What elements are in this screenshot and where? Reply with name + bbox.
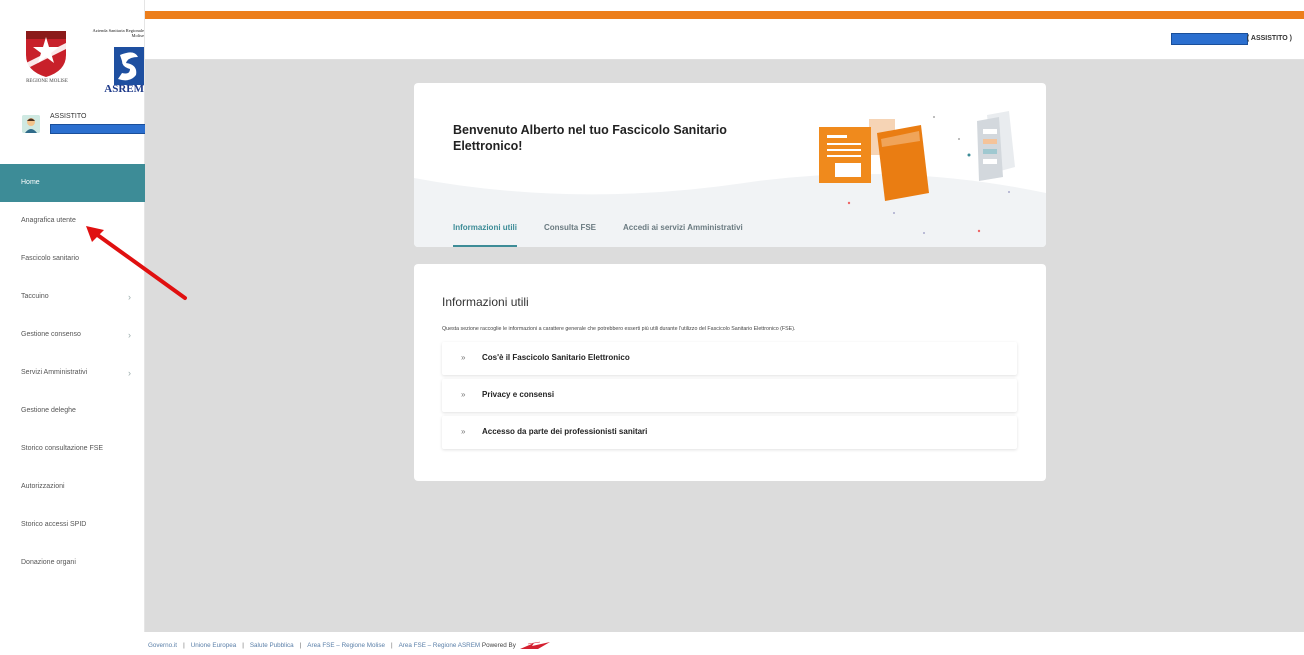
footer-link-unione-europea[interactable]: Unione Europea bbox=[191, 642, 237, 649]
sidebar-item-gestione-deleghe[interactable]: Gestione deleghe bbox=[0, 392, 145, 430]
chevron-right-icon: › bbox=[128, 330, 131, 340]
crest-caption: REGIONE MOLISE bbox=[26, 79, 68, 84]
accordion-item-accesso-professionisti[interactable]: » Accesso da parte dei professionisti sa… bbox=[442, 416, 1017, 449]
footer-links: Governo.it | Unione Europea | Salute Pubblic… bbox=[148, 641, 552, 650]
sidebar-item-label: Home bbox=[21, 179, 40, 186]
double-chevron-right-icon: » bbox=[461, 353, 466, 362]
footer: Governo.it | Unione Europea | Salute Pubblic… bbox=[145, 632, 1304, 655]
accordion-item-label: Cos'è il Fascicolo Sanitario Elettronico bbox=[482, 353, 630, 362]
sidebar-item-label: Storico consultazione FSE bbox=[21, 445, 104, 452]
chevron-right-icon: › bbox=[128, 368, 131, 378]
sidebar: REGIONE MOLISE Azienda Sanitaria Regiona… bbox=[0, 0, 148, 632]
footer-link-salute-pubblica[interactable]: Salute Pubblica bbox=[250, 642, 294, 649]
sidebar-item-label: Autorizzazioni bbox=[21, 483, 65, 490]
asrem-small-text: Azienda Sanitaria Regionale Molise bbox=[92, 28, 144, 38]
welcome-card: Benvenuto Alberto nel tuo Fascicolo Sani… bbox=[414, 83, 1046, 247]
info-accordion: » Cos'è il Fascicolo Sanitario Elettroni… bbox=[442, 342, 1017, 453]
accordion-item-label: Privacy e consensi bbox=[482, 390, 555, 399]
footer-separator: | bbox=[183, 642, 185, 650]
user-role: ASSISTITO bbox=[50, 113, 87, 120]
sidebar-item-label: Anagrafica utente bbox=[21, 217, 76, 224]
info-card: Informazioni utili Questa sezione raccog… bbox=[414, 264, 1046, 481]
powered-by-logo-icon bbox=[519, 641, 550, 649]
user-avatar-icon bbox=[22, 115, 40, 133]
annotation-arrow-icon bbox=[86, 226, 187, 300]
regione-molise-crest-icon bbox=[26, 31, 66, 77]
header-user-role[interactable]: ( ASSISTITO ) bbox=[1247, 35, 1292, 42]
sidebar-item-servizi-amministrativi[interactable]: Servizi Amministrativi › bbox=[0, 354, 145, 392]
sidebar-item-label: Gestione deleghe bbox=[21, 407, 76, 414]
welcome-title: Benvenuto Alberto nel tuo Fascicolo Sani… bbox=[453, 123, 727, 153]
sidebar-item-label: Taccuino bbox=[21, 293, 49, 300]
asrem-logo-icon bbox=[114, 47, 144, 85]
info-description: Questa sezione raccoglie le informazioni… bbox=[442, 326, 796, 332]
logos: REGIONE MOLISE Azienda Sanitaria Regiona… bbox=[20, 26, 145, 95]
double-chevron-right-icon: » bbox=[461, 427, 466, 436]
sidebar-item-label: Fascicolo sanitario bbox=[21, 255, 79, 262]
sidebar-item-label: Storico accessi SPID bbox=[21, 521, 87, 528]
accordion-item-cos-e-fse[interactable]: » Cos'è il Fascicolo Sanitario Elettroni… bbox=[442, 342, 1017, 375]
welcome-tabs: Informazioni utili Consulta FSE Accedi a… bbox=[453, 223, 743, 247]
header: ( ASSISTITO ) bbox=[145, 19, 1304, 60]
accordion-item-privacy-consensi[interactable]: » Privacy e consensi bbox=[442, 379, 1017, 412]
footer-link-governo[interactable]: Governo.it bbox=[148, 642, 177, 649]
user-box: ASSISTITO bbox=[22, 113, 148, 143]
double-chevron-right-icon: » bbox=[461, 390, 466, 399]
accordion-item-label: Accesso da parte dei professionisti sani… bbox=[482, 427, 648, 436]
footer-separator: | bbox=[242, 642, 244, 650]
top-accent-bar bbox=[145, 11, 1304, 19]
sidebar-item-donazione-organi[interactable]: Donazione organi bbox=[0, 544, 145, 582]
sidebar-item-label: Gestione consenso bbox=[21, 331, 81, 338]
sidebar-item-storico-accessi-spid[interactable]: Storico accessi SPID bbox=[0, 506, 145, 544]
user-name-redaction bbox=[50, 124, 148, 134]
main-content: Benvenuto Alberto nel tuo Fascicolo Sani… bbox=[145, 60, 1304, 632]
asrem-text: ASREM bbox=[104, 83, 144, 95]
header-user-redaction bbox=[1171, 33, 1248, 45]
footer-separator: | bbox=[390, 642, 393, 650]
footer-link-area-fse-asrem[interactable]: Area FSE – Regione ASREM bbox=[399, 642, 481, 649]
sidebar-item-gestione-consenso[interactable]: Gestione consenso › bbox=[0, 316, 145, 354]
sidebar-item-label: Donazione organi bbox=[21, 559, 76, 566]
footer-link-area-fse-molise[interactable]: Area FSE – Regione Molise bbox=[307, 642, 385, 649]
sidebar-item-autorizzazioni[interactable]: Autorizzazioni bbox=[0, 468, 145, 506]
tab-servizi-amministrativi[interactable]: Accedi ai servizi Amministrativi bbox=[623, 223, 743, 247]
avatar bbox=[22, 115, 40, 133]
info-title: Informazioni utili bbox=[442, 295, 529, 309]
sidebar-item-storico-consultazione[interactable]: Storico consultazione FSE bbox=[0, 430, 145, 468]
sidebar-item-label: Servizi Amministrativi bbox=[21, 369, 88, 376]
sidebar-item-home[interactable]: Home bbox=[0, 164, 145, 202]
powered-by-text: Powered By bbox=[481, 642, 516, 650]
tab-consulta-fse[interactable]: Consulta FSE bbox=[544, 223, 596, 247]
footer-separator: | bbox=[299, 642, 302, 650]
documents-illustration-icon bbox=[819, 111, 1015, 201]
tab-informazioni-utili[interactable]: Informazioni utili bbox=[453, 223, 517, 247]
